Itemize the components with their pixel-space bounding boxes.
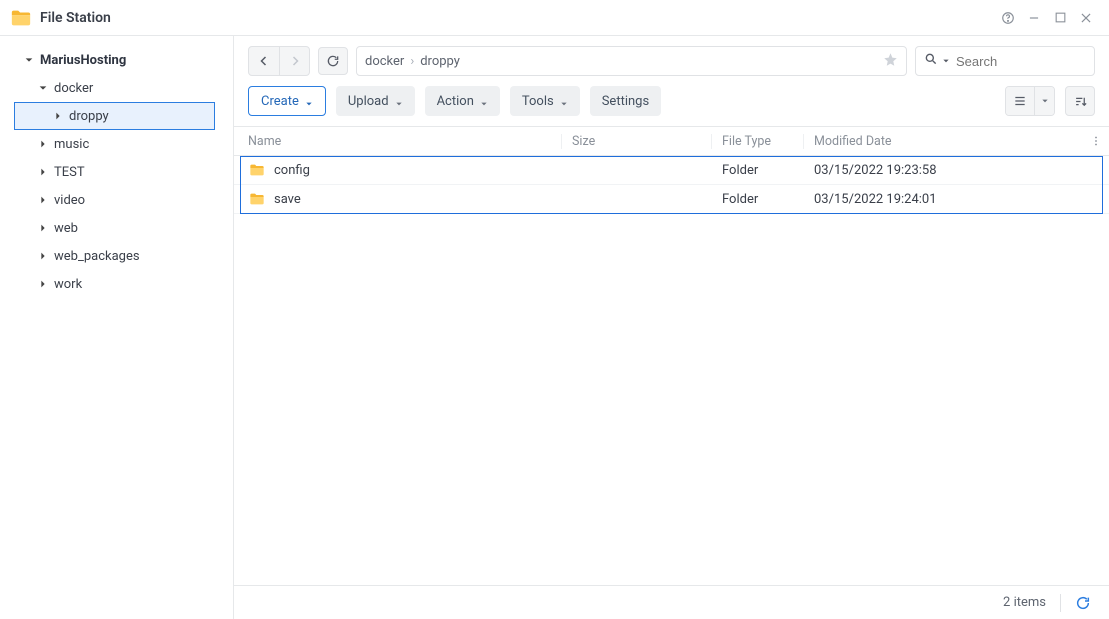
upload-button[interactable]: Upload <box>336 86 415 116</box>
chevron-down-icon <box>560 97 568 105</box>
table-row[interactable]: save Folder 03/15/2022 19:24:01 <box>234 185 1109 214</box>
app-title: File Station <box>40 10 111 26</box>
app-icon <box>10 7 32 29</box>
chevron-down-icon <box>22 53 36 67</box>
sidebar-item-label: video <box>54 193 85 208</box>
chevron-right-icon <box>51 109 65 123</box>
chevron-right-icon <box>36 165 50 179</box>
chevron-down-icon <box>480 97 488 105</box>
chevron-down-icon[interactable] <box>942 54 950 69</box>
col-name[interactable]: Name <box>234 134 562 149</box>
chevron-right-icon <box>36 249 50 263</box>
chevron-right-icon <box>36 277 50 291</box>
button-label: Upload <box>348 94 389 109</box>
sidebar-item-label: work <box>54 277 82 292</box>
main: docker › droppy Create Upload Action <box>234 36 1109 619</box>
sort-button[interactable] <box>1065 86 1095 116</box>
button-label: Create <box>261 94 299 109</box>
cell-type: Folder <box>712 192 804 207</box>
view-more-button[interactable] <box>1034 87 1054 115</box>
button-label: Tools <box>522 94 554 109</box>
sidebar-item-docker[interactable]: docker <box>0 74 233 102</box>
folder-icon <box>248 191 266 207</box>
grid-body: config Folder 03/15/2022 19:23:58 save F… <box>234 156 1109 585</box>
sidebar-item-label: web <box>54 221 78 236</box>
settings-button[interactable]: Settings <box>590 86 661 116</box>
chevron-right-icon: › <box>410 54 414 69</box>
sidebar-item-video[interactable]: video <box>0 186 233 214</box>
sidebar-item-label: web_packages <box>54 249 140 264</box>
sidebar-item-test[interactable]: TEST <box>0 158 233 186</box>
tools-button[interactable]: Tools <box>510 86 580 116</box>
search-input[interactable] <box>954 53 1109 70</box>
action-button[interactable]: Action <box>425 86 500 116</box>
forward-button[interactable] <box>279 47 309 75</box>
cell-type: Folder <box>712 163 804 178</box>
tree-root[interactable]: MariusHosting <box>0 46 233 74</box>
cell-date: 03/15/2022 19:24:01 <box>804 192 1083 207</box>
breadcrumb-seg[interactable]: droppy <box>420 54 460 69</box>
sidebar-item-label: docker <box>54 81 93 96</box>
sidebar-item-label: droppy <box>69 109 109 124</box>
titlebar: File Station <box>0 0 1109 36</box>
breadcrumb[interactable]: docker › droppy <box>356 46 907 76</box>
view-switch <box>1005 86 1055 116</box>
tree-root-label: MariusHosting <box>40 53 126 68</box>
list-view-button[interactable] <box>1006 87 1034 115</box>
chevron-right-icon <box>36 193 50 207</box>
columns-menu[interactable] <box>1083 135 1109 147</box>
refresh-button[interactable] <box>1075 595 1091 611</box>
minimize-button[interactable] <box>1021 5 1047 31</box>
nav-buttons <box>248 46 310 76</box>
action-toolbar: Create Upload Action Tools Settings <box>234 82 1109 126</box>
file-grid: Name Size File Type Modified Date config… <box>234 126 1109 585</box>
cell-date: 03/15/2022 19:23:58 <box>804 163 1083 178</box>
chevron-down-icon <box>395 97 403 105</box>
chevron-down-icon <box>305 97 313 105</box>
table-row[interactable]: config Folder 03/15/2022 19:23:58 <box>234 156 1109 185</box>
item-count: 2 items <box>1003 595 1046 610</box>
search-icon <box>924 52 938 70</box>
sidebar-item-web-packages[interactable]: web_packages <box>0 242 233 270</box>
back-button[interactable] <box>249 47 279 75</box>
col-size[interactable]: Size <box>562 134 712 149</box>
folder-icon <box>248 162 266 178</box>
reload-button[interactable] <box>318 47 348 75</box>
sidebar-item-web[interactable]: web <box>0 214 233 242</box>
help-button[interactable] <box>995 5 1021 31</box>
cell-name: config <box>274 163 310 178</box>
status-bar: 2 items <box>234 585 1109 619</box>
chevron-right-icon <box>36 137 50 151</box>
sidebar-item-label: music <box>54 137 89 152</box>
button-label: Action <box>437 94 474 109</box>
sidebar-item-droppy[interactable]: droppy <box>14 102 215 130</box>
breadcrumb-seg[interactable]: docker <box>365 54 404 69</box>
chevron-right-icon <box>36 221 50 235</box>
grid-header: Name Size File Type Modified Date <box>234 126 1109 156</box>
favorite-icon[interactable] <box>883 52 898 71</box>
button-label: Settings <box>602 94 649 109</box>
sidebar-item-label: TEST <box>54 165 85 180</box>
divider <box>1060 594 1061 612</box>
sidebar-item-work[interactable]: work <box>0 270 233 298</box>
search-box[interactable] <box>915 46 1095 76</box>
cell-name: save <box>274 192 301 207</box>
chevron-down-icon <box>36 81 50 95</box>
create-button[interactable]: Create <box>248 86 326 116</box>
col-date[interactable]: Modified Date <box>804 134 1083 149</box>
col-type[interactable]: File Type <box>712 134 804 149</box>
sidebar: MariusHosting docker droppy music TEST v… <box>0 36 234 619</box>
sidebar-item-music[interactable]: music <box>0 130 233 158</box>
location-toolbar: docker › droppy <box>234 36 1109 82</box>
maximize-button[interactable] <box>1047 5 1073 31</box>
close-button[interactable] <box>1073 5 1099 31</box>
